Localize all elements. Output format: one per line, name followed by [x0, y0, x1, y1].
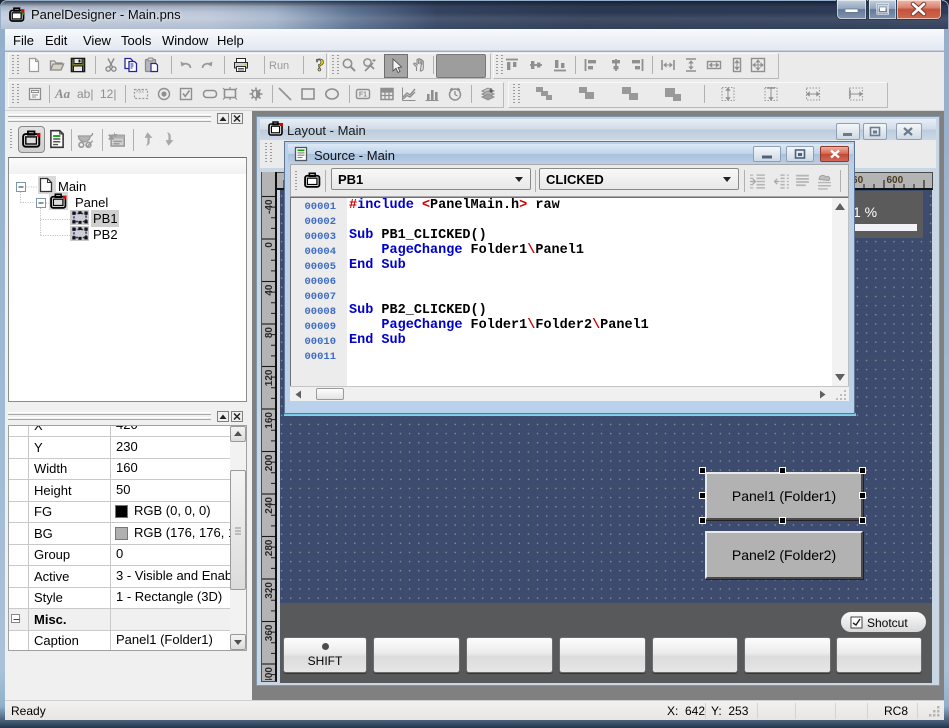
svg-text:40: 40 — [264, 284, 275, 296]
svg-text:160: 160 — [264, 412, 275, 429]
svg-text:320: 320 — [264, 582, 275, 599]
svg-text:280: 280 — [264, 539, 275, 556]
svg-text:0: 0 — [264, 242, 275, 248]
svg-text:600: 600 — [887, 175, 904, 186]
svg-text:240: 240 — [264, 497, 275, 514]
svg-text:200: 200 — [264, 454, 275, 471]
svg-text:360: 360 — [264, 624, 275, 641]
svg-text:-40: -40 — [264, 199, 275, 214]
svg-text:80: 80 — [264, 327, 275, 339]
svg-text:400: 400 — [264, 667, 275, 680]
svg-text:120: 120 — [264, 369, 275, 386]
